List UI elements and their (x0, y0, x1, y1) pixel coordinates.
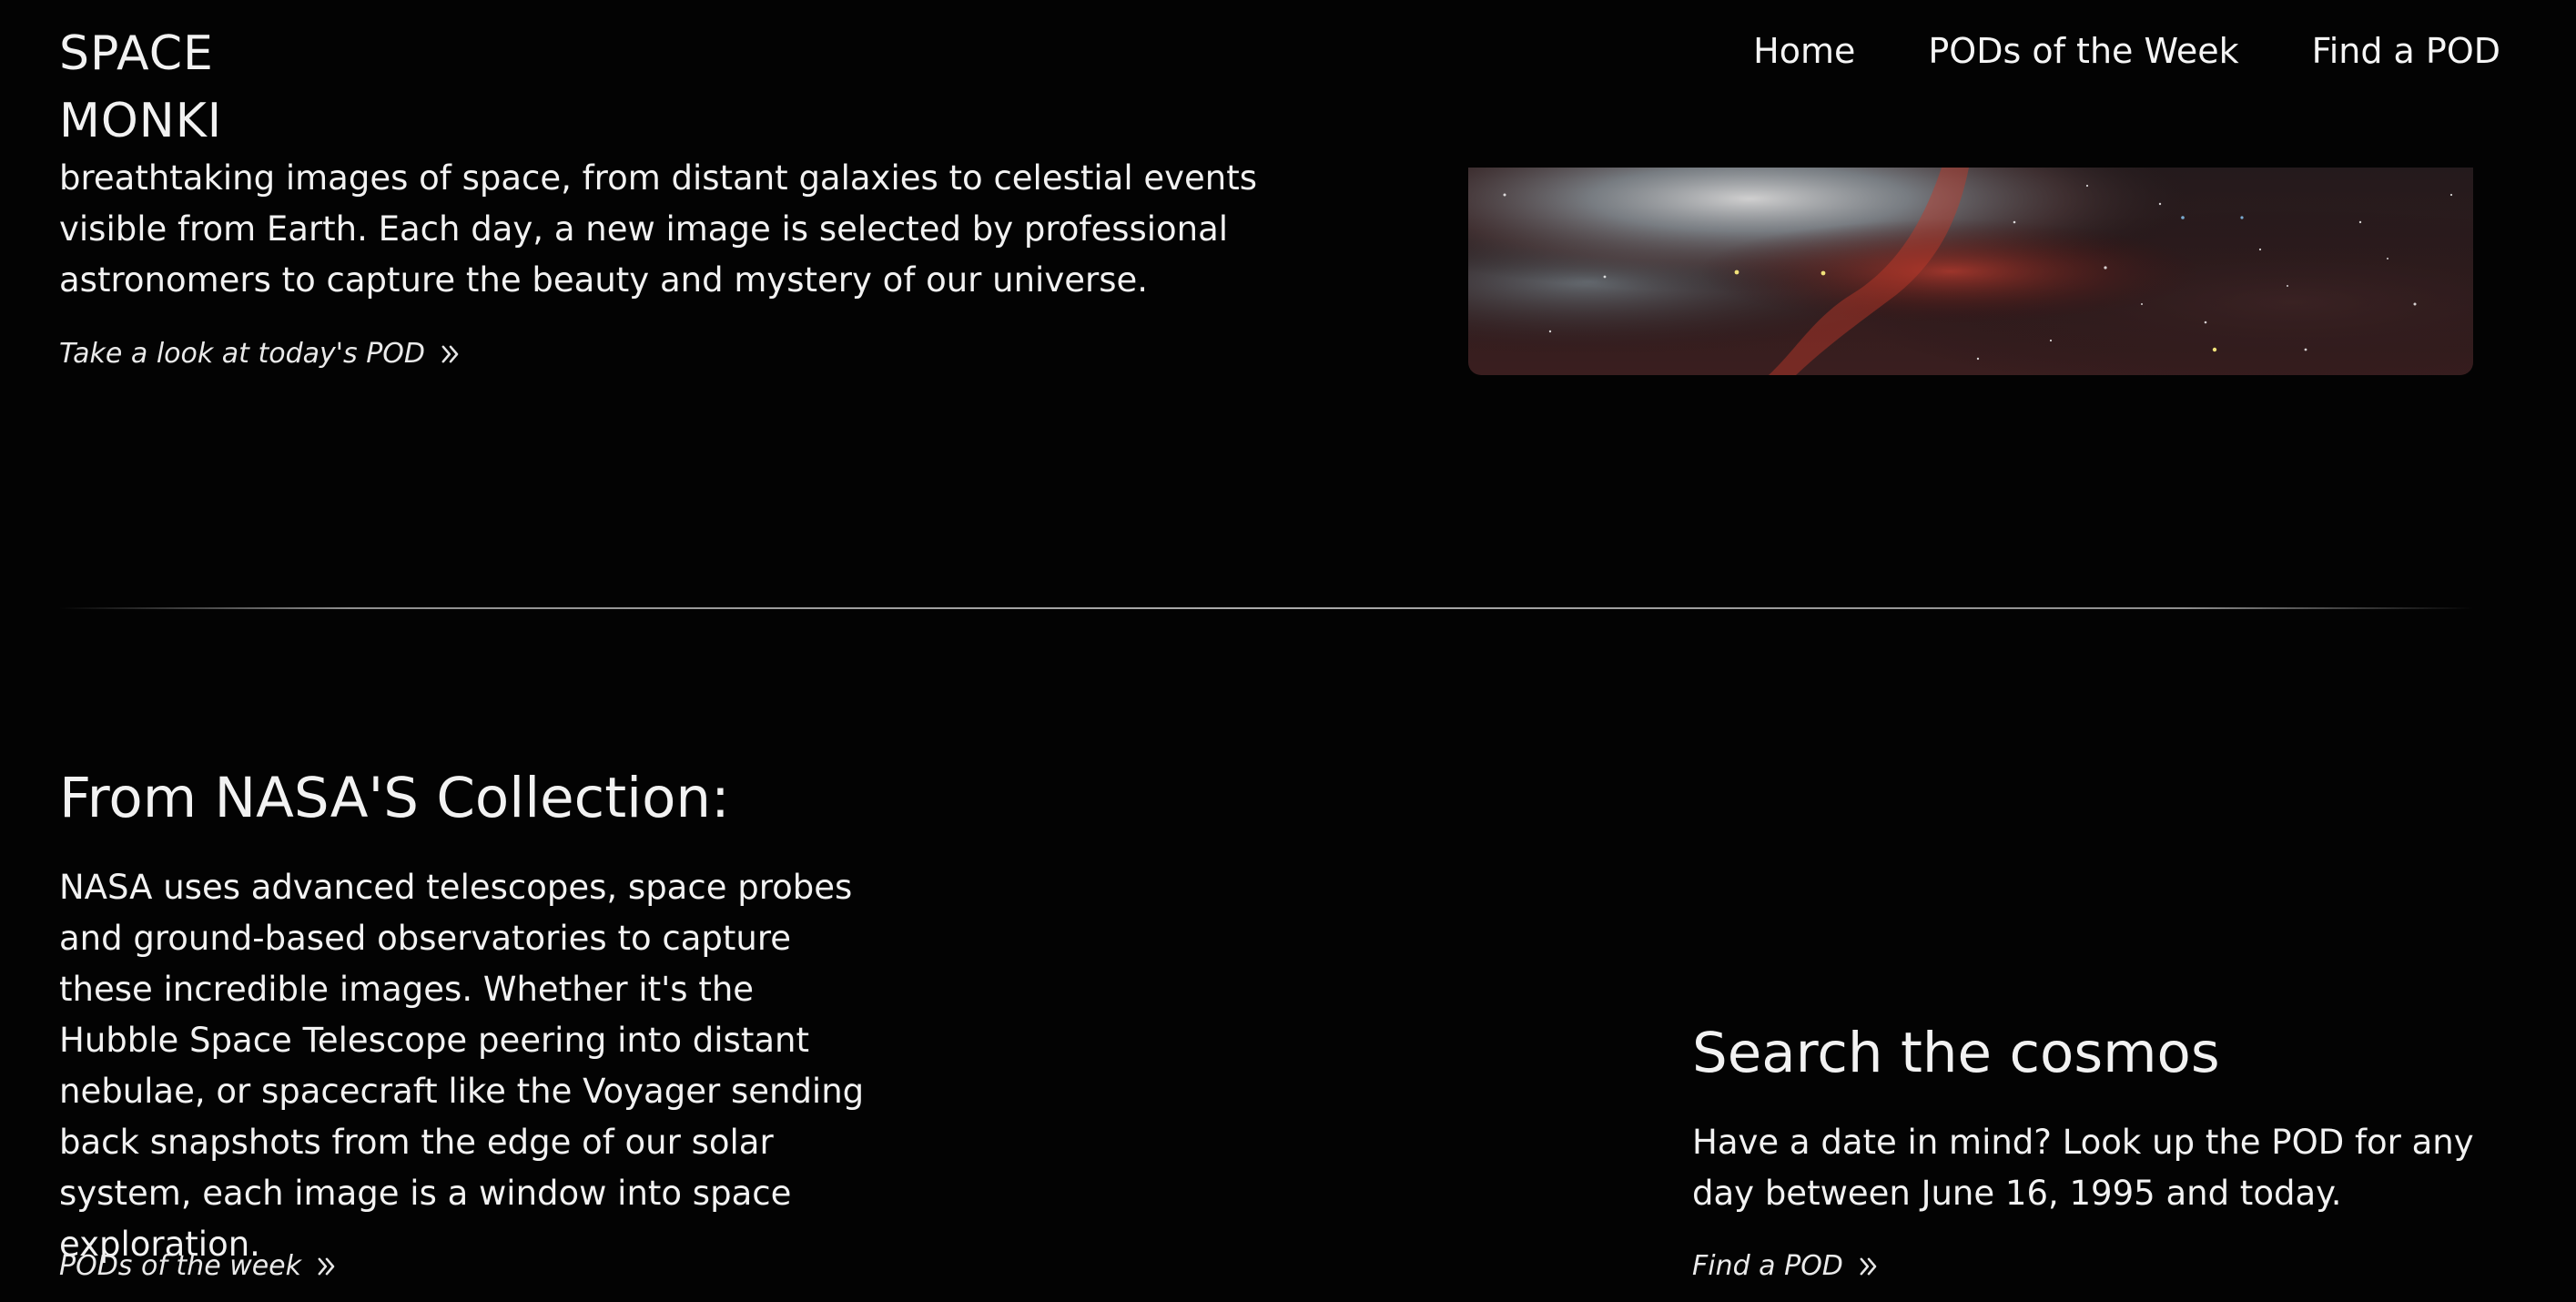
todays-pod-link[interactable]: Take a look at today's POD (59, 338, 463, 370)
double-chevron-right-icon (1860, 1257, 1877, 1275)
nasa-section-paragraph: NASA uses advanced telescopes, space pro… (59, 868, 865, 1264)
page: SPACE MONKI Home PODs of the Week Find a… (0, 0, 2576, 1302)
brand-logo[interactable]: SPACE MONKI (59, 20, 296, 155)
pods-of-the-week-link[interactable]: PODs of the week (59, 1250, 340, 1282)
search-section-paragraph: Have a date in mind? Look up the POD for… (1692, 1123, 2474, 1213)
find-a-pod-link[interactable]: Find a POD (1692, 1250, 1881, 1282)
double-chevron-right-icon (318, 1257, 335, 1275)
find-a-pod-link-label: Find a POD (1692, 1250, 1843, 1282)
nav-item-pods-of-the-week[interactable]: PODs of the Week (1928, 24, 2238, 78)
search-section-title: Search the cosmos (1692, 1021, 2220, 1085)
section-divider (59, 607, 2473, 609)
main-nav: Home PODs of the Week Find a POD (1753, 24, 2500, 78)
brand-line-1: SPACE (59, 26, 214, 81)
nav-item-find-a-pod[interactable]: Find a POD (2312, 24, 2500, 78)
nav-item-home[interactable]: Home (1753, 24, 1855, 78)
nasa-section-title: From NASA'S Collection: (59, 766, 730, 830)
pods-of-the-week-link-label: PODs of the week (59, 1250, 302, 1282)
brand-line-2: MONKI (59, 94, 223, 148)
nebula-image (1468, 168, 2473, 375)
double-chevron-right-icon (441, 345, 459, 362)
intro-paragraph: breathtaking images of space, from dista… (59, 158, 1258, 300)
todays-pod-link-label: Take a look at today's POD (59, 338, 425, 370)
